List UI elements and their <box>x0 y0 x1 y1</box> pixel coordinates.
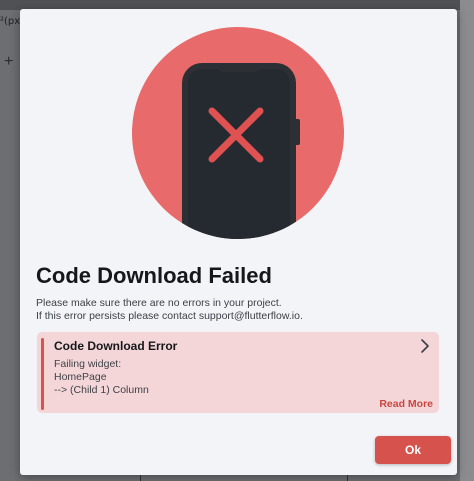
phone-side-button <box>296 119 300 145</box>
ok-button[interactable]: Ok <box>375 436 451 464</box>
error-dialog: Code Download Failed Please make sure th… <box>20 9 457 475</box>
error-detail-line: Failing widget: <box>54 358 122 370</box>
dialog-title: Code Download Failed <box>36 263 272 288</box>
dialog-message: Please make sure there are no errors in … <box>36 297 282 309</box>
error-detail-line: HomePage <box>54 371 107 383</box>
phone-notch <box>216 63 262 72</box>
error-card-title: Code Download Error <box>54 339 178 353</box>
read-more-link[interactable]: Read More <box>379 398 433 410</box>
phone-error-illustration <box>132 27 344 239</box>
chevron-right-icon[interactable] <box>419 339 431 353</box>
error-details-card[interactable]: Code Download Error Failing widget: Home… <box>37 332 439 413</box>
plus-icon: + <box>4 53 14 70</box>
error-x-icon <box>208 107 264 163</box>
error-accent-bar <box>41 338 44 410</box>
error-detail-line: --> (Child 1) Column <box>54 384 149 396</box>
app-background-right <box>460 0 474 481</box>
dialog-message-support: If this error persists please contact su… <box>36 310 303 322</box>
